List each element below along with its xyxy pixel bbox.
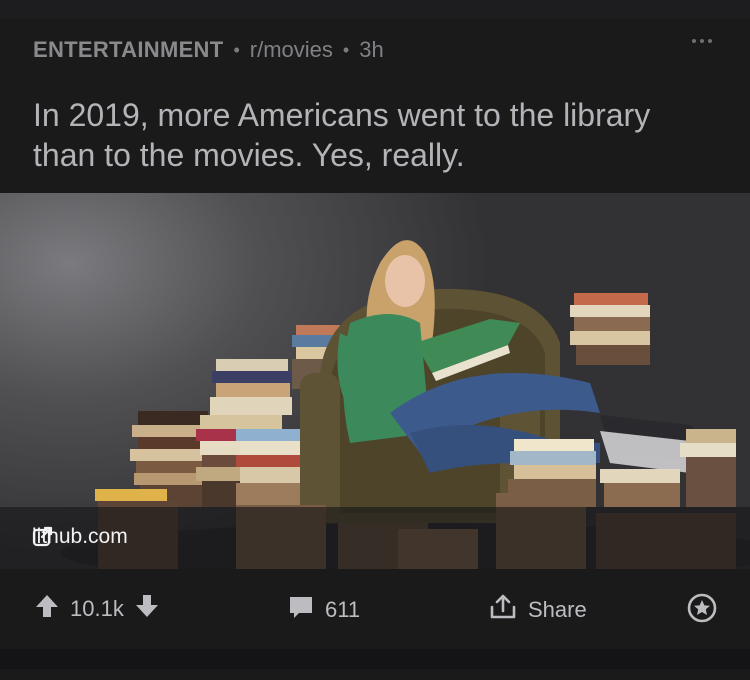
subreddit-link[interactable]: r/movies: [250, 37, 333, 63]
arrow-down-icon[interactable]: [134, 593, 160, 625]
award-button[interactable]: [687, 593, 717, 629]
meta-separator: •: [233, 39, 240, 60]
share-upload-icon: [488, 593, 518, 627]
post-category[interactable]: ENTERTAINMENT: [33, 37, 223, 63]
post-meta: ENTERTAINMENT • r/movies • 3h: [33, 35, 384, 65]
share-label: Share: [528, 597, 587, 622]
more-horizontal-icon[interactable]: [692, 39, 712, 43]
previous-post-edge: [0, 0, 750, 19]
comment-bubble-icon: [287, 593, 315, 627]
arrow-up-icon[interactable]: [34, 593, 60, 625]
post-actions: 10.1k 611 Share: [0, 579, 750, 639]
comments-button[interactable]: 611: [287, 593, 360, 627]
award-star-icon: [687, 593, 717, 629]
post-title[interactable]: In 2019, more Americans went to the libr…: [33, 95, 713, 175]
next-post-edge: [0, 649, 750, 680]
meta-separator: •: [342, 39, 350, 60]
vote-score: 10.1k: [70, 596, 124, 621]
comment-count: 611: [325, 597, 361, 622]
post-image[interactable]: lithub.com: [0, 193, 750, 569]
post-age: 3h: [359, 37, 384, 62]
link-domain[interactable]: lithub.com: [32, 525, 136, 549]
share-button[interactable]: Share: [488, 593, 587, 627]
post-card[interactable]: ENTERTAINMENT • r/movies • 3h In 2019, m…: [0, 19, 750, 649]
upvote-group: 10.1k: [34, 593, 160, 625]
